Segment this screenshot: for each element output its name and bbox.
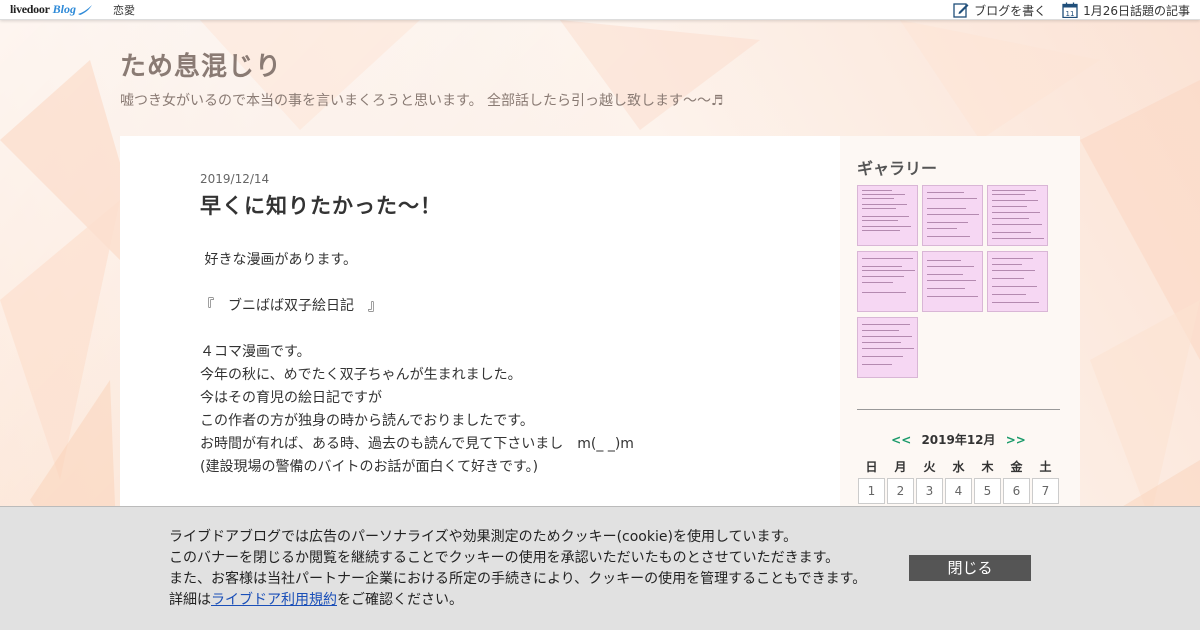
write-blog-link[interactable]: ブログを書く xyxy=(953,2,1046,19)
calendar-prev-link[interactable]: << xyxy=(891,433,911,447)
edit-icon xyxy=(953,3,969,18)
trending-articles-link[interactable]: 11 1月26日話題の記事 xyxy=(1062,2,1190,19)
cookie-details-prefix: 詳細は xyxy=(169,592,211,608)
post-line: ４コマ漫画です。 xyxy=(200,344,311,360)
calendar-icon: 11 xyxy=(1062,2,1078,18)
cookie-text: ライブドアブログでは広告のパーソナライズや効果測定のためクッキー(cookie)… xyxy=(169,527,866,611)
post-body: 好きな漫画があります。 『 ブニばば双子絵日記 』 ４コマ漫画です。 今年の秋に… xyxy=(200,249,800,479)
calendar-month: 2019年12月 xyxy=(921,433,996,447)
trending-articles-label: 1月26日話題の記事 xyxy=(1083,3,1190,18)
category-link[interactable]: 恋愛 xyxy=(113,2,135,18)
logo-blog-text: Blog xyxy=(52,2,76,16)
post-date: 2019/12/14 xyxy=(200,172,270,186)
blog-description: 嘘つき女がいるので本当の事を言いまくろうと思います。 全部話したら引っ越し致しま… xyxy=(120,93,724,109)
livedoor-blog-logo[interactable]: livedoor Blog xyxy=(10,0,93,20)
wing-icon xyxy=(77,4,92,15)
weekday-label: 月 xyxy=(894,460,907,474)
calendar-weekdays: 日 月 火 水 木 金 土 xyxy=(857,458,1060,475)
post-line: 『 ブニばば双子絵日記 』 xyxy=(200,298,382,314)
cookie-banner: ライブドアブログでは広告のパーソナライズや効果測定のためクッキー(cookie)… xyxy=(0,506,1200,630)
cookie-line: 詳細はライブドア利用規約をご確認ください。 xyxy=(169,590,866,611)
gallery-thumbnail[interactable] xyxy=(987,185,1048,246)
weekday-label: 水 xyxy=(952,460,965,474)
calendar-date: 1 xyxy=(858,478,885,504)
post-line: (建設現場の警備のバイトのお話が面白くて好きです。) xyxy=(200,459,539,475)
calendar-date: 7 xyxy=(1032,478,1059,504)
gallery-thumbnail[interactable] xyxy=(987,251,1048,312)
close-button[interactable]: 閉じる xyxy=(909,555,1031,581)
weekday-label: 火 xyxy=(923,460,936,474)
calendar-date: 6 xyxy=(1003,478,1030,504)
calendar-next-link[interactable]: >> xyxy=(1006,433,1026,447)
post-line: 好きな漫画があります。 xyxy=(200,252,358,268)
post-line xyxy=(200,272,800,295)
logo-text: livedoor xyxy=(10,2,50,16)
weekday-label: 金 xyxy=(1010,460,1023,474)
calendar-dates: 1 2 3 4 5 6 7 xyxy=(858,478,1061,504)
post-line: 今はその育児の絵日記ですが xyxy=(200,390,382,406)
write-blog-label: ブログを書く xyxy=(974,3,1047,18)
post-line: この作者の方が独身の時から読んでおりましたです。 xyxy=(200,413,534,429)
post-line: お時間が有れば、ある時、過去のも読んで見て下さいまし m(_ _)m xyxy=(200,436,634,452)
gallery-thumbnail[interactable] xyxy=(857,317,918,378)
calendar-date: 4 xyxy=(945,478,972,504)
weekday-label: 日 xyxy=(865,460,878,474)
gallery-thumbnail[interactable] xyxy=(922,251,983,312)
weekday-label: 土 xyxy=(1039,460,1052,474)
cookie-line: ライブドアブログでは広告のパーソナライズや効果測定のためクッキー(cookie)… xyxy=(169,529,798,545)
gallery-thumbnail[interactable] xyxy=(857,251,918,312)
post-title[interactable]: 早くに知りたかった〜！ xyxy=(200,190,442,220)
cookie-line: また、お客様は当社パートナー企業における所定の手続きにより、クッキーの使用を管理… xyxy=(169,571,867,587)
calendar-header: << 2019年12月 >> xyxy=(857,431,1060,448)
gallery-thumbnail[interactable] xyxy=(857,185,918,246)
post-line xyxy=(200,318,800,341)
gallery-grid xyxy=(857,185,1052,378)
gallery-title: ギャラリー xyxy=(857,159,938,178)
calendar-date: 2 xyxy=(887,478,914,504)
calendar-icon-day: 11 xyxy=(1066,10,1075,18)
sidebar-divider xyxy=(857,409,1060,410)
blog-title[interactable]: ため息混じり xyxy=(120,46,282,83)
terms-link[interactable]: ライブドア利用規約 xyxy=(211,592,337,608)
cookie-details-suffix: をご確認ください。 xyxy=(337,592,463,608)
top-bar: livedoor Blog 恋愛 ブログを書く 11 1月26日話題の記事 xyxy=(0,0,1200,20)
calendar-date: 3 xyxy=(916,478,943,504)
cookie-line: このバナーを閉じるか閲覧を継続することでクッキーの使用を承認いただいたものとさせ… xyxy=(169,550,840,566)
post-line: 今年の秋に、めでたく双子ちゃんが生まれました。 xyxy=(200,367,522,383)
weekday-label: 木 xyxy=(981,460,994,474)
calendar-date: 5 xyxy=(974,478,1001,504)
gallery-thumbnail[interactable] xyxy=(922,185,983,246)
